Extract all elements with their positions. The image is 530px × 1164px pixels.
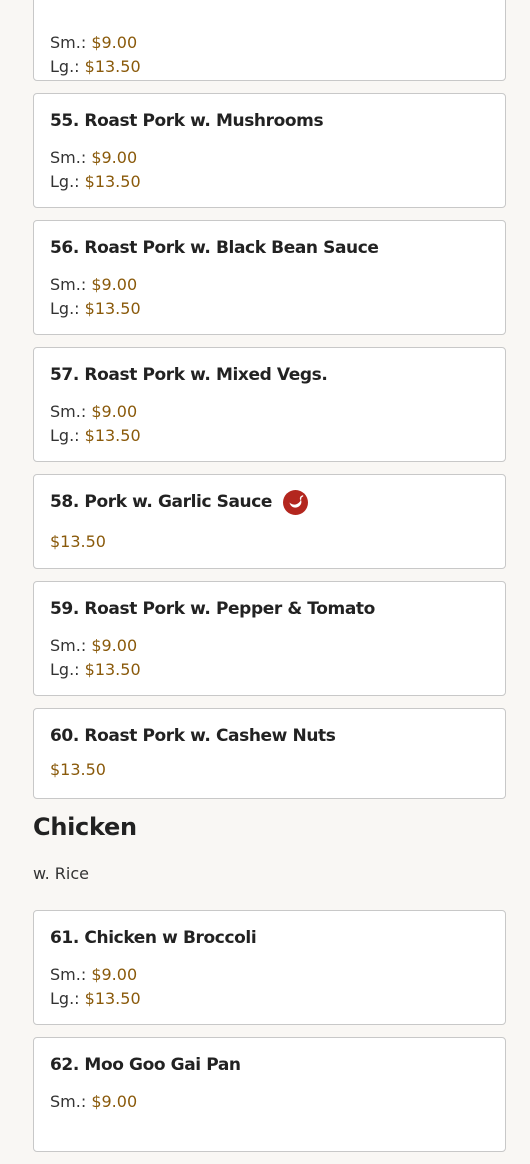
menu-item-title-row: 58. Pork w. Garlic Sauce (50, 489, 489, 515)
large-price-line: Lg.: $13.50 (50, 297, 489, 321)
large-price-value: $13.50 (84, 299, 141, 318)
menu-item-title: 61. Chicken w Broccoli (50, 928, 257, 948)
spicy-icon (283, 489, 309, 515)
large-price-label: Lg.: (50, 299, 85, 318)
small-price-label: Sm.: (50, 275, 92, 294)
large-price-line: Lg.: $13.50 (50, 424, 489, 448)
section-title-chicken: Chicken (33, 813, 137, 841)
large-price-value: $13.50 (84, 426, 141, 445)
menu-item-card[interactable]: 55. Roast Pork w. Mushrooms Sm.: $9.00 L… (33, 93, 506, 208)
small-price-value: $9.00 (91, 965, 138, 984)
large-price-label: Lg.: (50, 989, 85, 1008)
small-price-line: Sm.: $9.00 (50, 146, 489, 170)
menu-item-title: 56. Roast Pork w. Black Bean Sauce (50, 238, 379, 258)
menu-item-card[interactable]: 61. Chicken w Broccoli Sm.: $9.00 Lg.: $… (33, 910, 506, 1025)
price-line: $13.50 (50, 758, 489, 782)
small-price-line: Sm.: $9.00 (50, 273, 489, 297)
small-price-line: Sm.: $9.00 (50, 400, 489, 424)
menu-item-title: 59. Roast Pork w. Pepper & Tomato (50, 599, 375, 619)
small-price-line: Sm.: $9.00 (50, 634, 489, 658)
large-price-line: Lg.: $13.50 (50, 987, 489, 1011)
small-price-label: Sm.: (50, 636, 92, 655)
large-price-line: Lg.: $13.50 (50, 55, 489, 79)
large-price-line: Lg.: $13.50 (50, 170, 489, 194)
large-price-label: Lg.: (50, 57, 85, 76)
large-price-label: Lg.: (50, 426, 85, 445)
small-price-value: $9.00 (91, 1092, 138, 1111)
large-price-value: $13.50 (84, 660, 141, 679)
small-price-value: $9.00 (91, 33, 138, 52)
price-value: $13.50 (50, 532, 106, 551)
small-price-value: $9.00 (91, 402, 138, 421)
large-price-value: $13.50 (84, 57, 141, 76)
menu-item-title: 58. Pork w. Garlic Sauce (50, 492, 273, 512)
small-price-line: Sm.: $9.00 (50, 963, 489, 987)
large-price-line: Lg.: $13.50 (50, 658, 489, 682)
small-price-value: $9.00 (91, 275, 138, 294)
menu-item-card[interactable]: 58. Pork w. Garlic Sauce $13.50 (33, 474, 506, 569)
menu-item-card[interactable]: 56. Roast Pork w. Black Bean Sauce Sm.: … (33, 220, 506, 335)
small-price-label: Sm.: (50, 148, 92, 167)
menu-list: Sm.: $9.00 Lg.: $13.50 55. Roast Pork w.… (33, 0, 506, 1164)
small-price-label: Sm.: (50, 1092, 92, 1111)
price-value: $13.50 (50, 760, 106, 779)
price-line: $13.50 (50, 530, 489, 554)
large-price-value: $13.50 (84, 172, 141, 191)
section-subtitle: w. Rice (33, 864, 89, 883)
menu-item-card[interactable]: 60. Roast Pork w. Cashew Nuts $13.50 (33, 708, 506, 799)
small-price-line: Sm.: $9.00 (50, 31, 489, 55)
menu-item-title: 62. Moo Goo Gai Pan (50, 1055, 241, 1075)
small-price-value: $9.00 (91, 636, 138, 655)
small-price-label: Sm.: (50, 965, 92, 984)
small-price-line: Sm.: $9.00 (50, 1090, 489, 1114)
small-price-value: $9.00 (91, 148, 138, 167)
menu-item-card[interactable]: Sm.: $9.00 Lg.: $13.50 (33, 0, 506, 81)
menu-item-card[interactable]: 57. Roast Pork w. Mixed Vegs. Sm.: $9.00… (33, 347, 506, 462)
large-price-label: Lg.: (50, 172, 85, 191)
menu-item-title: 60. Roast Pork w. Cashew Nuts (50, 726, 336, 746)
menu-item-card[interactable]: 59. Roast Pork w. Pepper & Tomato Sm.: $… (33, 581, 506, 696)
small-price-label: Sm.: (50, 33, 92, 52)
small-price-label: Sm.: (50, 402, 92, 421)
menu-item-title (50, 0, 489, 4)
large-price-value: $13.50 (84, 989, 141, 1008)
menu-item-title: 57. Roast Pork w. Mixed Vegs. (50, 365, 328, 385)
menu-item-title: 55. Roast Pork w. Mushrooms (50, 111, 324, 131)
menu-item-card[interactable]: 62. Moo Goo Gai Pan Sm.: $9.00 (33, 1037, 506, 1152)
large-price-label: Lg.: (50, 660, 85, 679)
